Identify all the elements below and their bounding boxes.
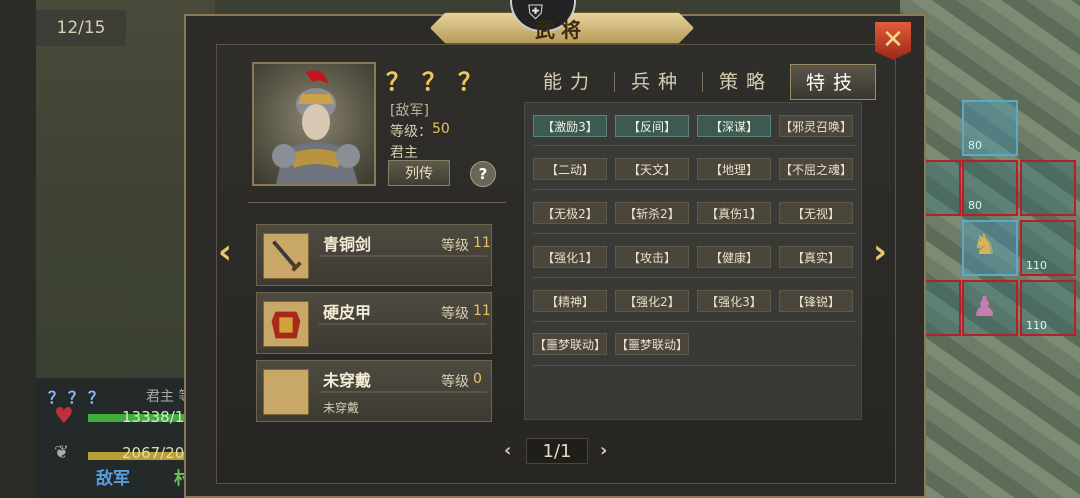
skill-tag[interactable]: 【强化3】 bbox=[697, 290, 771, 312]
skill-row: 【精神】 【强化2】 【强化3】 【锋锐】 bbox=[533, 290, 855, 312]
equipment-name: 未穿戴 bbox=[323, 371, 372, 390]
equipment-level-label: 等级 bbox=[441, 306, 469, 322]
tab-ability[interactable]: 能力 bbox=[528, 64, 612, 100]
skill-row: 【强化1】 【攻击】 【健康】 【真实】 bbox=[533, 246, 855, 268]
tab-skills[interactable]: 特技 bbox=[790, 64, 876, 100]
equipment-divider bbox=[319, 391, 487, 393]
page-prev-button[interactable]: ‹ bbox=[504, 440, 511, 461]
equipment-level: 11 bbox=[473, 303, 491, 319]
empty-slot-icon bbox=[263, 369, 309, 415]
skill-tag[interactable]: 【真伤1】 bbox=[697, 202, 771, 224]
armor-icon bbox=[263, 301, 309, 347]
tab-separator bbox=[702, 72, 703, 92]
map-cell[interactable]: 110 bbox=[1020, 280, 1076, 336]
map-edge bbox=[0, 0, 36, 498]
help-button[interactable]: ? bbox=[470, 161, 496, 187]
turn-counter: 12/15 bbox=[36, 10, 126, 46]
equipment-level: 0 bbox=[473, 371, 482, 387]
skill-row: 【激励3】 【反间】 【深谋】 【邪灵召唤】 bbox=[533, 115, 855, 137]
sword-icon bbox=[263, 233, 309, 279]
general-portrait bbox=[252, 62, 376, 186]
general-unit-icon[interactable]: ♞ bbox=[972, 228, 997, 261]
skill-tag[interactable]: 【强化1】 bbox=[533, 246, 607, 268]
equipment-divider bbox=[319, 255, 487, 257]
cell-value: 80 bbox=[968, 139, 982, 152]
dialog-title: 武将 bbox=[535, 18, 587, 42]
cell-value: 110 bbox=[1026, 319, 1047, 332]
previous-general-arrow[interactable]: ‹ bbox=[218, 232, 232, 272]
skill-tag[interactable]: 【锋锐】 bbox=[779, 290, 853, 312]
skill-tag[interactable]: 【不屈之魂】 bbox=[779, 158, 853, 180]
row-divider bbox=[533, 189, 855, 190]
map-cell[interactable]: 80 bbox=[962, 100, 1018, 156]
skill-tag[interactable]: 【斩杀2】 bbox=[615, 202, 689, 224]
equipment-name: 青铜剑 bbox=[323, 235, 372, 254]
skill-row: 【二动】 【天文】 【地理】 【不屈之魂】 bbox=[533, 158, 855, 180]
skill-tag[interactable]: 【噩梦联动】 bbox=[615, 333, 689, 355]
skill-tag[interactable]: 【噩梦联动】 bbox=[533, 333, 607, 355]
general-name: ？？？ bbox=[386, 68, 494, 96]
skill-tag[interactable]: 【二动】 bbox=[533, 158, 607, 180]
skill-tag[interactable]: 【精神】 bbox=[533, 290, 607, 312]
next-general-arrow[interactable]: › bbox=[873, 232, 887, 272]
equipment-level-label: 等级 bbox=[441, 374, 469, 390]
equipment-name: 硬皮甲 bbox=[323, 303, 372, 322]
level-label: 等级： bbox=[390, 124, 432, 140]
skill-row: 【噩梦联动】 【噩梦联动】 bbox=[533, 333, 855, 355]
faction-tag: [敌军] bbox=[390, 103, 429, 119]
soldier-unit-icon[interactable]: ♟ bbox=[972, 290, 997, 323]
equipment-slot-armor[interactable]: 硬皮甲 等级 11 bbox=[256, 292, 492, 354]
equipment-slot-weapon[interactable]: 青铜剑 等级 11 bbox=[256, 224, 492, 286]
skill-tag[interactable]: 【无极2】 bbox=[533, 202, 607, 224]
equipment-level-label: 等级 bbox=[441, 238, 469, 254]
skill-tag[interactable]: 【健康】 bbox=[697, 246, 771, 268]
skill-tag[interactable]: 【邪灵召唤】 bbox=[779, 115, 853, 137]
row-divider bbox=[533, 365, 855, 366]
tab-strategy[interactable]: 策略 bbox=[704, 64, 788, 100]
hp-value: 13338/1 bbox=[122, 408, 185, 426]
general-portrait-art bbox=[272, 70, 360, 184]
skills-panel: 【激励3】 【反间】 【深谋】 【邪灵召唤】 【二动】 【天文】 【地理】 【不… bbox=[524, 102, 862, 420]
skill-tag[interactable]: 【强化2】 bbox=[615, 290, 689, 312]
skill-tag[interactable]: 【深谋】 bbox=[697, 115, 771, 137]
cell-value: 80 bbox=[968, 199, 982, 212]
general-role: 君主 bbox=[390, 145, 418, 161]
tab-separator bbox=[614, 72, 615, 92]
cell-value: 110 bbox=[1026, 259, 1047, 272]
skill-tag[interactable]: 【激励3】 bbox=[533, 115, 607, 137]
row-divider bbox=[533, 321, 855, 322]
skill-tag[interactable]: 【地理】 bbox=[697, 158, 771, 180]
wing-icon: ❦ bbox=[54, 442, 70, 463]
skill-tag[interactable]: 【天文】 bbox=[615, 158, 689, 180]
detail-tabs: 能力 兵种 策略 特技 bbox=[528, 64, 876, 100]
heart-icon: ♥ bbox=[54, 404, 74, 429]
tab-troops[interactable]: 兵种 bbox=[616, 64, 700, 100]
map-cell[interactable]: 110 bbox=[1020, 220, 1076, 276]
skill-tag[interactable]: 【攻击】 bbox=[615, 246, 689, 268]
equipment-status: 未穿戴 bbox=[323, 401, 360, 415]
equipment-divider bbox=[319, 323, 487, 325]
page-indicator: 1/1 bbox=[526, 438, 588, 464]
skill-row: 【无极2】 【斩杀2】 【真伤1】 【无视】 bbox=[533, 202, 855, 224]
faction-label: 敌军 bbox=[96, 469, 130, 489]
level-value: 50 bbox=[432, 121, 450, 137]
biography-button[interactable]: 列传 bbox=[388, 160, 450, 186]
skill-tag[interactable]: 【反间】 bbox=[615, 115, 689, 137]
map-cell[interactable]: 80 bbox=[962, 160, 1018, 216]
row-divider bbox=[533, 145, 855, 146]
skill-tag[interactable]: 【无视】 bbox=[779, 202, 853, 224]
equipment-level: 11 bbox=[473, 235, 491, 251]
skill-tag[interactable]: 【真实】 bbox=[779, 246, 853, 268]
mp-value: 2067/20 bbox=[122, 444, 185, 462]
row-divider bbox=[533, 277, 855, 278]
page-next-button[interactable]: › bbox=[600, 440, 607, 461]
row-divider bbox=[533, 233, 855, 234]
map-cell[interactable] bbox=[1020, 160, 1076, 216]
equipment-slot-accessory[interactable]: 未穿戴 等级 0 未穿戴 bbox=[256, 360, 492, 422]
section-divider bbox=[248, 202, 506, 203]
